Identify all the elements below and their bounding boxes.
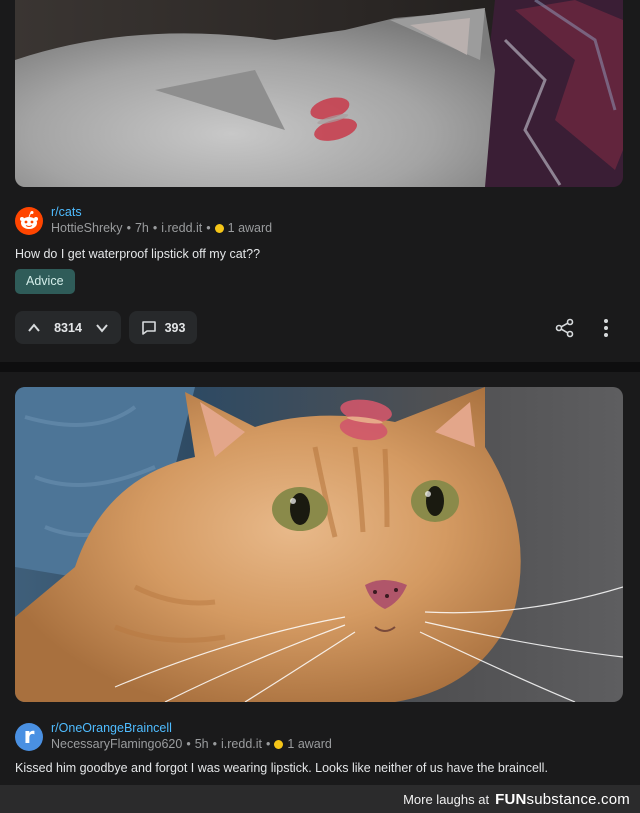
subreddit-name: cats xyxy=(58,205,82,219)
more-options-button[interactable] xyxy=(596,317,616,339)
comment-count: 393 xyxy=(164,320,186,335)
post-domain[interactable]: i.redd.it xyxy=(221,736,262,752)
separator: • xyxy=(152,221,158,235)
subreddit-avatar[interactable]: r xyxy=(15,722,43,751)
logo-fun: FUN xyxy=(495,790,527,808)
subreddit-link[interactable]: r/cats xyxy=(51,205,272,220)
vote-count: 8314 xyxy=(54,320,82,335)
post-title[interactable]: How do I get waterproof lipstick off my … xyxy=(15,247,260,261)
upvote-icon[interactable] xyxy=(27,321,41,335)
separator: • xyxy=(212,737,217,751)
award-icon xyxy=(274,739,284,749)
post-card-1[interactable]: r/cats HottieShreky • 7h • i.redd.it • 1… xyxy=(0,0,640,362)
post-card-2[interactable]: r r/OneOrangeBraincell NecessaryFlamingo… xyxy=(0,372,640,813)
share-button[interactable] xyxy=(554,317,576,339)
subreddit-prefix: r/ xyxy=(51,721,59,735)
funsubstance-logo: FUNsubstance.com xyxy=(495,791,630,808)
subreddit-link[interactable]: r/OneOrangeBraincell xyxy=(51,721,332,736)
grey-cat-photo xyxy=(15,0,623,187)
watermark-text: More laughs at xyxy=(403,791,490,807)
post-image[interactable] xyxy=(15,387,623,702)
separator: • xyxy=(126,221,131,235)
post-age: 7h xyxy=(134,221,149,235)
post-image[interactable] xyxy=(15,0,623,187)
post-title[interactable]: Kissed him goodbye and forgot I was wear… xyxy=(15,761,548,775)
award-count[interactable]: 1 award xyxy=(287,736,331,752)
funsubstance-watermark: More laughs at FUNsubstance.com xyxy=(0,785,640,813)
post-flair[interactable]: Advice xyxy=(15,269,75,294)
post-divider xyxy=(0,362,640,372)
comments-button[interactable]: 393 xyxy=(129,311,197,344)
share-icon xyxy=(555,318,574,338)
subreddit-prefix: r/ xyxy=(51,205,59,219)
logo-rest: substance.com xyxy=(526,790,630,808)
separator: • xyxy=(266,737,271,751)
separator: • xyxy=(206,221,211,235)
subreddit-avatar[interactable] xyxy=(15,206,43,235)
subreddit-name: OneOrangeBraincell xyxy=(58,721,172,735)
avatar-letter: r xyxy=(23,724,35,749)
post-age: 5h xyxy=(194,737,209,751)
username[interactable]: HottieShreky xyxy=(51,220,123,236)
snoo-icon xyxy=(20,210,38,229)
award-count[interactable]: 1 award xyxy=(228,220,272,236)
orange-cat-photo xyxy=(15,387,623,702)
award-icon xyxy=(214,223,224,233)
more-dots-icon xyxy=(604,319,608,323)
vote-control: 8314 xyxy=(15,311,121,344)
post-domain[interactable]: i.redd.it xyxy=(161,220,202,236)
downvote-icon[interactable] xyxy=(95,321,109,335)
separator: • xyxy=(186,737,191,751)
comment-icon xyxy=(141,320,156,335)
post-meta: r r/OneOrangeBraincell NecessaryFlamingo… xyxy=(15,721,332,752)
username[interactable]: NecessaryFlamingo620 xyxy=(51,736,182,752)
post-meta: r/cats HottieShreky • 7h • i.redd.it • 1… xyxy=(15,205,272,236)
